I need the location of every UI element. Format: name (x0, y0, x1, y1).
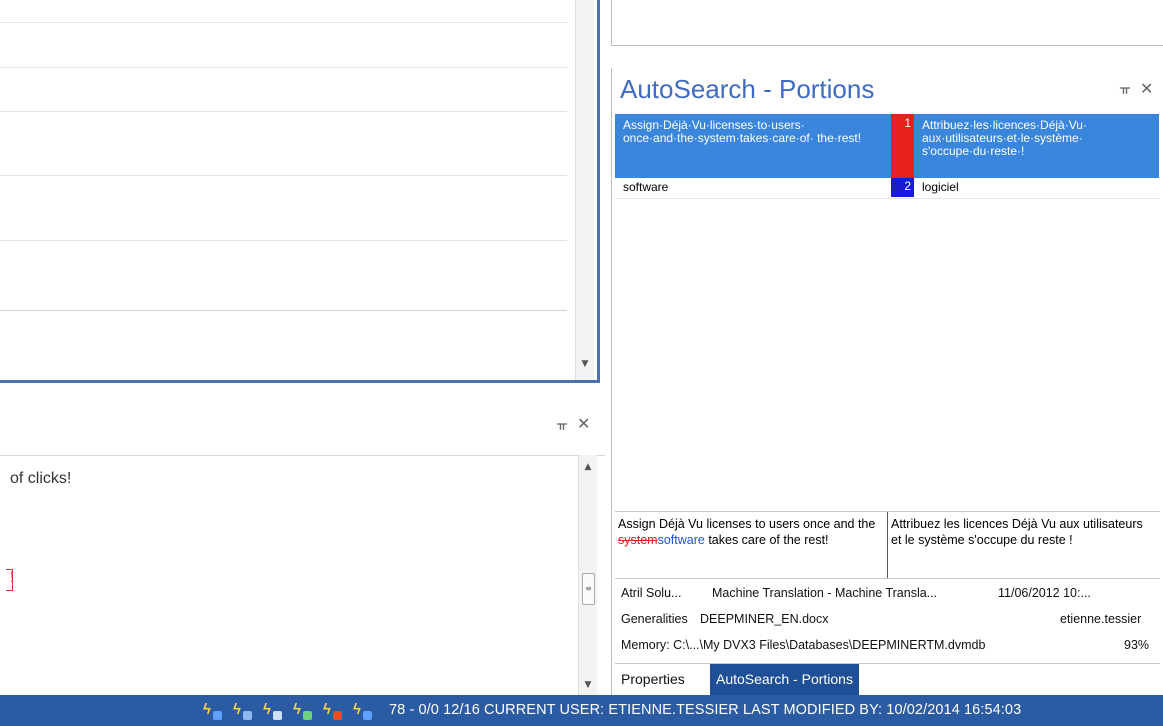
lightning-check-icon[interactable]: ϟ (348, 701, 372, 720)
error-marker (6, 569, 13, 591)
lower-pane-scrollbar[interactable]: ▲ ≡ ▼ (578, 455, 597, 695)
lightning-arrow-icon[interactable]: ϟ (198, 701, 222, 720)
segment-comparison: Assign Déjà Vu licenses to users once an… (615, 511, 1160, 579)
tab-autosearch-portions[interactable]: AutoSearch - Portions (710, 664, 859, 695)
preview-text: of clicks! (10, 470, 72, 487)
info-subject: Machine Translation - Machine Transla... (712, 586, 938, 600)
result-number: 1 (891, 114, 914, 178)
compare-source-text: Assign Déjà Vu licenses to users once an… (618, 517, 876, 531)
info-user: etienne.tessier (1060, 612, 1142, 626)
grid-row-divider (0, 175, 567, 176)
result-number: 2 (891, 178, 914, 197)
compare-source: Assign Déjà Vu licenses to users once an… (615, 512, 888, 578)
panel-tabs: Properties AutoSearch - Portions (615, 663, 1160, 696)
close-icon[interactable]: ✕ (1140, 79, 1153, 98)
grid-scrollbar[interactable]: ▼ (575, 0, 594, 380)
scroll-down-arrow-icon[interactable]: ▼ (579, 677, 597, 693)
grid-row-divider (0, 22, 567, 23)
panel-title: AutoSearch - Portions (620, 74, 875, 104)
autosearch-panel: AutoSearch - Portions ᚂ ✕ Assign·Déjà·Vu… (611, 68, 1163, 696)
lightning-aa-icon[interactable]: ϟ (258, 701, 282, 720)
scroll-up-arrow-icon[interactable]: ▲ (579, 459, 597, 475)
inserted-text: software (657, 533, 705, 547)
lower-pane-content[interactable]: of clicks! ! (0, 455, 605, 696)
info-file: DEEPMINER_EN.docx (700, 612, 829, 626)
grid-row-divider (0, 310, 567, 311)
scroll-down-arrow-icon[interactable]: ▼ (576, 356, 594, 372)
results-list: Assign·Déjà·Vu·licenses·to·users· once·a… (615, 114, 1159, 199)
info-client: Atril Solu... (621, 586, 682, 600)
segment-grid[interactable]: ▼ (0, 0, 600, 383)
pin-icon[interactable]: ᚂ (1120, 80, 1130, 96)
info-memory: Memory: C:\...\My DVX3 Files\Databases\D… (621, 638, 986, 652)
grid-row-divider (0, 67, 567, 68)
close-icon[interactable]: ✕ (577, 414, 590, 433)
result-source: software (623, 180, 669, 194)
info-category: Generalities (621, 612, 688, 626)
info-score: 93% (1124, 638, 1150, 652)
lightning-a-icon[interactable]: ϟ (228, 701, 252, 720)
result-row[interactable]: software 2 logiciel (615, 178, 1159, 199)
match-properties: Atril Solu... Machine Translation - Mach… (615, 578, 1160, 663)
result-row-selected[interactable]: Assign·Déjà·Vu·licenses·to·users· once·a… (615, 114, 1159, 178)
deleted-text: system (618, 533, 658, 547)
pin-icon[interactable]: ᚂ (557, 416, 567, 432)
result-target: Attribuez·les·licences·Déjà·Vu· aux·util… (922, 118, 1087, 158)
compare-target: Attribuez les licences Déjà Vu aux utili… (891, 517, 1143, 547)
info-date: 11/06/2012 10:... (998, 586, 1091, 600)
lightning-down-icon[interactable]: ϟ (288, 701, 312, 720)
compare-source-text: takes care of the rest! (704, 533, 829, 547)
status-bar: ϟ ϟ ϟ ϟ ϟ ϟ 78 - 0/0 12/16 CURRENT USER:… (0, 695, 1163, 726)
result-target: logiciel (922, 180, 959, 194)
tab-properties[interactable]: Properties (615, 664, 691, 695)
grid-row-divider (0, 111, 567, 112)
status-icons: ϟ ϟ ϟ ϟ ϟ ϟ (198, 701, 378, 720)
grid-row-divider (0, 240, 567, 241)
upper-right-pane (611, 0, 1163, 46)
result-source: Assign·Déjà·Vu·licenses·to·users· once·a… (623, 118, 862, 145)
scroll-thumb[interactable]: ≡ (582, 573, 595, 605)
lightning-red-icon[interactable]: ϟ (318, 701, 342, 720)
lower-pane-header: ᚂ ✕ (0, 383, 600, 455)
status-text: 78 - 0/0 12/16 CURRENT USER: ETIENNE.TES… (389, 702, 1022, 718)
